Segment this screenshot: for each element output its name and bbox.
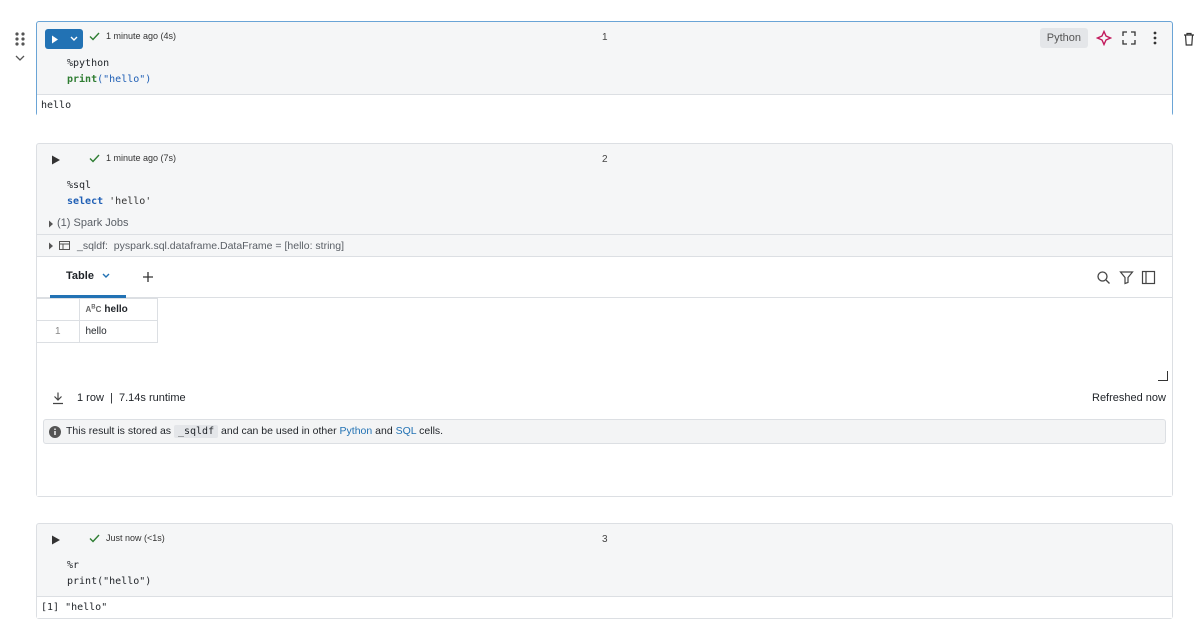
cell-header: Just now (<1s) 3 bbox=[37, 524, 1172, 556]
magic-command: %python bbox=[67, 58, 110, 69]
refreshed-status: Refreshed now bbox=[1092, 392, 1166, 404]
cell-number: 2 bbox=[602, 154, 608, 165]
caret-right-icon bbox=[49, 220, 53, 228]
cell-output: hello bbox=[37, 94, 1172, 116]
row-number-header bbox=[37, 298, 80, 321]
cell-header: 1 minute ago (7s) 2 bbox=[37, 144, 1172, 176]
info-banner: This result is stored as _sqldf and can … bbox=[43, 419, 1166, 444]
expand-icon[interactable] bbox=[1121, 30, 1137, 46]
code-editor[interactable]: %python print("hello") bbox=[37, 54, 1172, 94]
table-icon bbox=[59, 241, 70, 250]
info-text: This result is stored as bbox=[66, 425, 172, 437]
drag-handle-icon[interactable] bbox=[10, 30, 30, 48]
dataframe-type: pyspark.sql.dataframe.DataFrame = [hello… bbox=[113, 240, 345, 252]
run-cell-button[interactable] bbox=[49, 533, 63, 547]
more-menu-icon[interactable] bbox=[1147, 30, 1163, 46]
caret-right-icon bbox=[49, 242, 53, 250]
download-icon[interactable] bbox=[51, 391, 65, 405]
status-text: 1 minute ago (7s) bbox=[106, 153, 177, 163]
code-line: %python bbox=[67, 56, 1172, 72]
status-text: 1 minute ago (4s) bbox=[106, 31, 177, 41]
table-header-row: ABC hello bbox=[37, 298, 158, 321]
code-line: select 'hello' bbox=[67, 194, 1172, 210]
cell-header: 1 minute ago (4s) 1 Python bbox=[37, 22, 1172, 54]
check-icon bbox=[89, 154, 100, 163]
language-badge[interactable]: Python bbox=[1039, 28, 1088, 48]
cell-number: 1 bbox=[602, 32, 608, 43]
string-type-icon: ABC bbox=[85, 304, 102, 315]
result-table: ABC hello 1 hello bbox=[37, 298, 158, 343]
dataframe-schema-toggle[interactable]: _sqldf: pyspark.sql.dataframe.DataFrame … bbox=[37, 234, 1172, 256]
python-link[interactable]: Python bbox=[340, 425, 373, 437]
cell-status: 1 minute ago (4s) bbox=[89, 31, 176, 41]
cell-status: Just now (<1s) bbox=[89, 533, 165, 543]
check-icon bbox=[89, 534, 100, 543]
sql-link[interactable]: SQL bbox=[396, 425, 417, 437]
notebook-cell-1[interactable]: 1 minute ago (4s) 1 Python %python print… bbox=[36, 21, 1173, 116]
magic-command: %sql bbox=[67, 180, 92, 191]
cell-status: 1 minute ago (7s) bbox=[89, 153, 176, 163]
plus-icon[interactable] bbox=[141, 270, 155, 284]
tab-table[interactable]: Table bbox=[50, 257, 126, 298]
row-number: 1 bbox=[37, 320, 80, 343]
code-line: print("hello") bbox=[67, 574, 1172, 590]
play-icon bbox=[51, 35, 58, 43]
function-args: ("hello") bbox=[97, 74, 152, 85]
result-tabbar: Table bbox=[37, 257, 1172, 298]
cell-number: 3 bbox=[602, 534, 608, 545]
result-panel: Table ABC hello 1 hello 1 row | 7.14s ru… bbox=[37, 256, 1172, 496]
magic-command: %r bbox=[67, 560, 80, 571]
code-line: %r bbox=[67, 558, 1172, 574]
notebook-cell-2[interactable]: 1 minute ago (7s) 2 %sql select 'hello' … bbox=[36, 143, 1173, 497]
table-cell[interactable]: hello bbox=[78, 320, 158, 343]
run-button-group bbox=[45, 29, 83, 49]
notebook-cell-3[interactable]: Just now (<1s) 3 %r print("hello") [1] "… bbox=[36, 523, 1173, 619]
info-text: and can be used in other bbox=[221, 425, 337, 437]
tab-label: Table bbox=[66, 270, 94, 282]
filter-icon[interactable] bbox=[1119, 270, 1134, 285]
check-icon bbox=[89, 32, 100, 41]
table-row: 1 hello bbox=[37, 320, 158, 343]
info-variable: _sqldf bbox=[173, 425, 219, 438]
row-count: 1 row | 7.14s runtime bbox=[77, 392, 186, 404]
info-text: and bbox=[375, 425, 393, 437]
info-text: cells. bbox=[419, 425, 444, 437]
run-cell-button[interactable] bbox=[45, 29, 64, 49]
run-cell-button[interactable] bbox=[49, 153, 63, 167]
function-name: print bbox=[67, 74, 98, 85]
run-options-button[interactable] bbox=[64, 29, 83, 49]
code-editor[interactable]: %r print("hello") bbox=[37, 556, 1172, 596]
code-line: print("hello") bbox=[67, 72, 1172, 88]
cell-gutter bbox=[10, 30, 30, 64]
trash-icon[interactable] bbox=[1182, 31, 1196, 47]
chevron-down-icon[interactable] bbox=[10, 52, 30, 64]
panel-toggle-icon[interactable] bbox=[1141, 270, 1156, 285]
info-icon bbox=[49, 426, 61, 438]
code-editor[interactable]: %sql select 'hello' bbox=[37, 176, 1172, 214]
cell-output: [1] "hello" bbox=[37, 596, 1172, 618]
search-icon[interactable] bbox=[1096, 270, 1111, 285]
result-footer: 1 row | 7.14s runtime Refreshed now bbox=[37, 387, 1172, 409]
column-header-hello[interactable]: ABC hello bbox=[78, 298, 158, 321]
code-line: %sql bbox=[67, 178, 1172, 194]
chevron-down-icon bbox=[70, 36, 77, 41]
resize-handle[interactable] bbox=[1158, 371, 1168, 381]
sql-keyword: select bbox=[67, 196, 104, 207]
code-text: print("hello") bbox=[67, 576, 152, 587]
spark-jobs-toggle[interactable]: (1) Spark Jobs bbox=[37, 214, 1172, 234]
column-name: hello bbox=[104, 304, 128, 315]
status-text: Just now (<1s) bbox=[106, 533, 165, 543]
spark-jobs-label: (1) Spark Jobs bbox=[57, 217, 129, 229]
chevron-down-icon[interactable] bbox=[102, 273, 110, 279]
dataframe-name: _sqldf: bbox=[77, 240, 108, 252]
assistant-sparkle-icon[interactable] bbox=[1096, 30, 1112, 46]
sql-literal: 'hello' bbox=[109, 196, 152, 207]
